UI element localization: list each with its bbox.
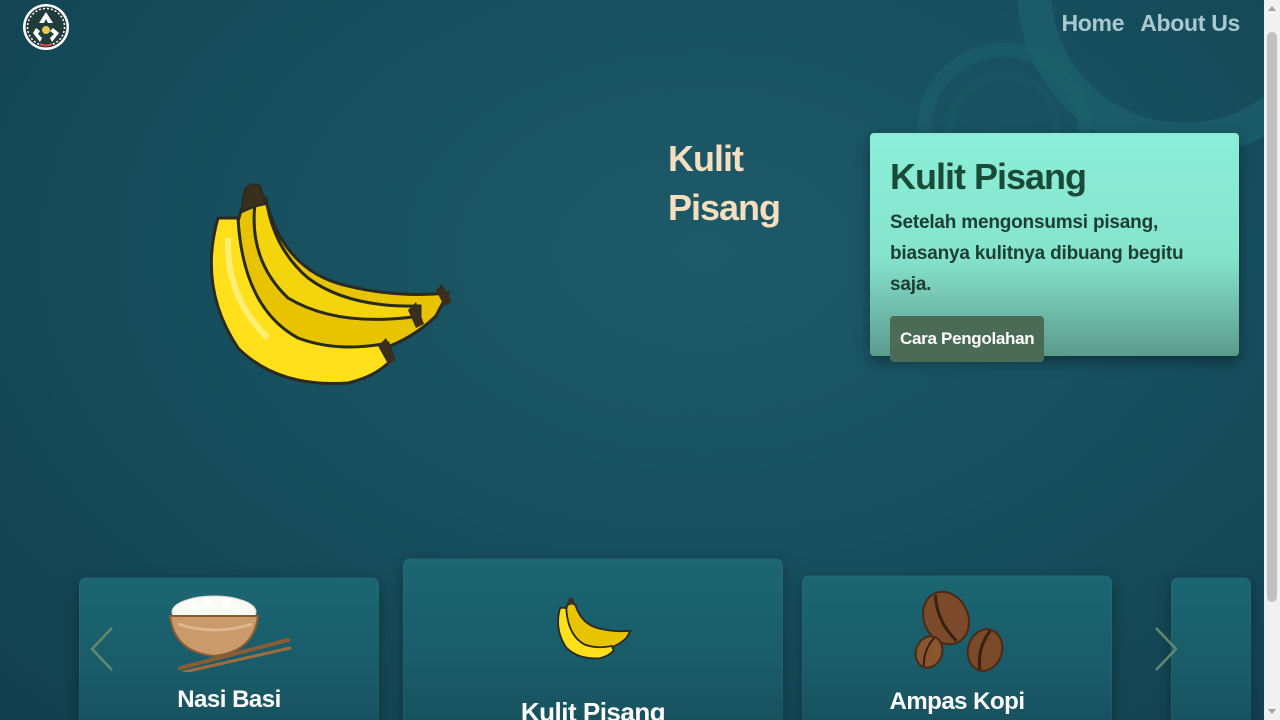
carousel-card-kulit-pisang[interactable]: Kulit Pisang <box>403 558 783 720</box>
recycle-logo-icon[interactable] <box>22 3 70 51</box>
carousel-label: Ampas Kopi <box>889 688 1025 715</box>
carousel-label: Kulit Pisang <box>520 697 666 720</box>
chevron-right-icon[interactable] <box>1150 624 1180 674</box>
banana-icon <box>209 183 452 386</box>
rice-bowl-icon <box>168 595 292 672</box>
carousel-label: Nasi Basi <box>177 686 281 713</box>
info-card-description: Setelah mengonsumsi pisang, biasanya kul… <box>890 212 1184 295</box>
nav-about-link[interactable]: About Us <box>1140 10 1240 37</box>
coffee-beans-icon <box>914 590 1004 672</box>
scrollbar[interactable] <box>1264 0 1280 720</box>
chevron-left-icon[interactable] <box>88 624 118 674</box>
banana-icon <box>557 597 632 660</box>
info-card-title: Kulit Pisang <box>890 156 1087 197</box>
nav-home-link[interactable]: Home <box>1061 10 1124 37</box>
scroll-up-icon[interactable] <box>1268 6 1276 11</box>
scroll-down-icon[interactable] <box>1268 709 1276 714</box>
carousel-card-next-partial[interactable] <box>1171 577 1251 720</box>
top-nav: Home About Us <box>1061 10 1240 37</box>
page: Home About Us Kulit Pisang Kulit Pisang … <box>0 0 1264 720</box>
carousel-card-ampas-kopi[interactable]: Ampas Kopi <box>802 575 1112 720</box>
scrollbar-thumb[interactable] <box>1267 32 1277 602</box>
info-card: Kulit Pisang Setelah mengonsumsi pisang,… <box>870 133 1239 362</box>
hero-title: Kulit Pisang <box>668 138 781 228</box>
carousel-card-nasi-basi[interactable]: Nasi Basi <box>79 577 379 720</box>
cara-pengolahan-button[interactable]: Cara Pengolahan <box>890 316 1045 362</box>
